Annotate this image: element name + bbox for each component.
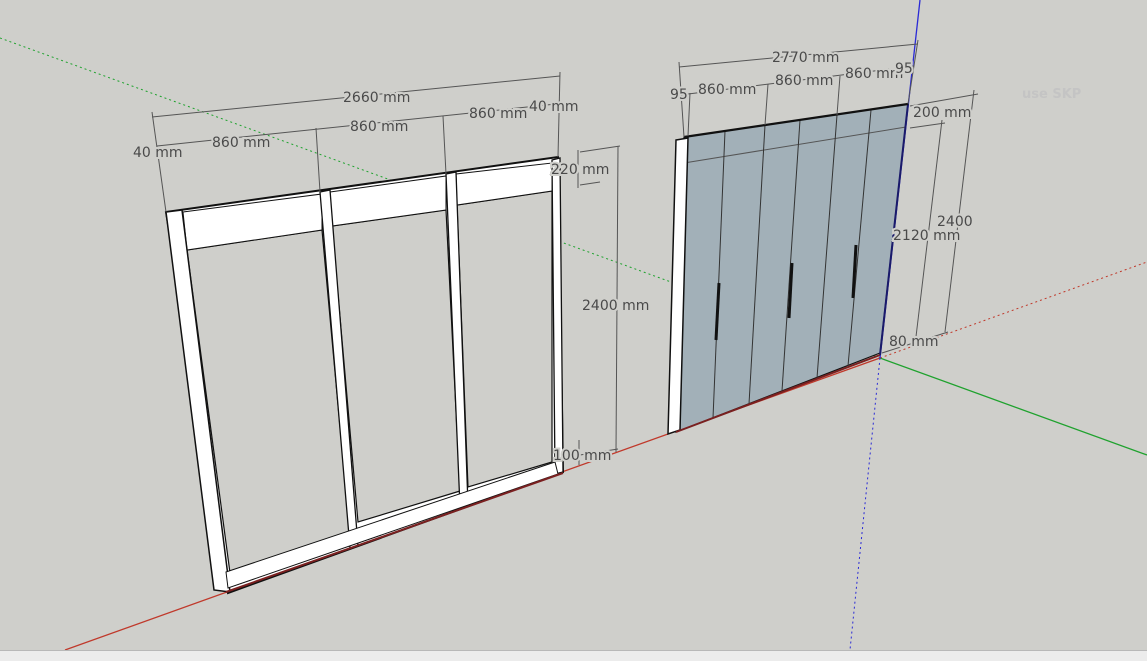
door-dim-right-stile: 95 [895, 61, 913, 77]
door-dim-top-rail: 200 mm [913, 105, 971, 121]
model-viewport[interactable]: 2660 mm 40 mm 860 mm 860 mm 860 mm 40 mm… [0, 0, 1147, 651]
frame-dim-left-post: 40 mm [133, 145, 183, 161]
frame-dim-top-rail: 220 mm [551, 162, 609, 178]
door-model[interactable] [667, 102, 909, 436]
blue-axis-dotted [849, 357, 881, 651]
watermark-logo: use SKP [1022, 87, 1081, 102]
green-axis [879, 357, 1147, 456]
door-dim-glass-height: 2120 mm [893, 228, 960, 244]
scene-canvas[interactable]: 2660 mm 40 mm 860 mm 860 mm 860 mm 40 mm… [0, 0, 1147, 651]
frame-dim-panel-3: 860 mm [469, 106, 527, 122]
door-dim-left-stile: 95 [670, 87, 688, 103]
status-bar [0, 650, 1147, 661]
frame-dim-total-width: 2660 mm [343, 90, 410, 106]
door-dim-bottom-rail: 80 mm [889, 334, 939, 350]
frame-dim-height: 2400 mm [582, 298, 649, 314]
frame-model[interactable] [164, 155, 565, 595]
door-dim-panel-1: 860 mm [698, 82, 756, 98]
frame-opening-3 [456, 190, 553, 488]
frame-dim-panel-2: 860 mm [350, 119, 408, 135]
door-dim-total-width: 2770 mm [772, 50, 839, 66]
frame-dim-right-post: 40 mm [529, 99, 579, 115]
frame-dim-bottom-rail: 100 mm [553, 448, 611, 464]
door-dim-panel-2: 860 mm [775, 73, 833, 89]
frame-dim-panel-1: 860 mm [212, 135, 270, 151]
